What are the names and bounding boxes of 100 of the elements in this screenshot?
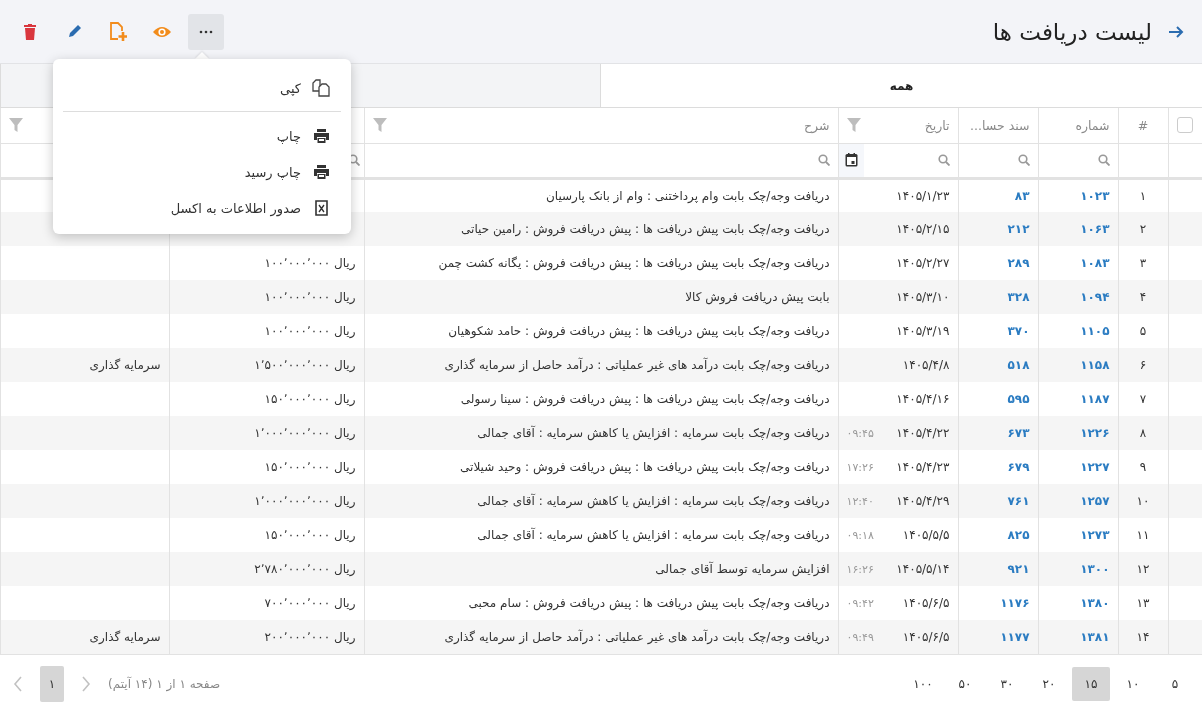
description-text: دریافت وجه/چک بابت پیش دریافت ها : پیش دریافت فروش : یگانه کشت چمن: [438, 256, 830, 270]
receipt-number-link[interactable]: ۱۲۷۳: [1080, 528, 1110, 542]
date-text: ۱۴۰۵/۲/۱۵: [896, 222, 950, 236]
amount-text: ریال ۲٬۷۸۰٬۰۰۰٬۰۰۰: [254, 562, 356, 576]
row-number: ۲: [1139, 222, 1147, 236]
column-header[interactable]: #: [1137, 117, 1149, 133]
date-text: ۱۴۰۵/۴/۲۹: [896, 494, 950, 508]
file-plus-icon: [109, 21, 127, 42]
receipt-number-link[interactable]: ۱۳۸۰: [1080, 596, 1110, 610]
receipt-number-link[interactable]: ۱۱۸۷: [1080, 392, 1110, 406]
time-text: ۰۹:۴۵: [846, 426, 874, 440]
search-icon: [1097, 154, 1110, 166]
calendar-icon[interactable]: [844, 153, 858, 167]
filter-icon[interactable]: [372, 118, 387, 133]
column-header[interactable]: شماره: [1075, 117, 1110, 133]
time-text: ۱۶:۲۶: [846, 562, 874, 576]
amount-text: ریال ۱۰۰٬۰۰۰٬۰۰۰: [264, 290, 356, 304]
receipt-number-link[interactable]: ۱۰۸۳: [1080, 256, 1110, 270]
more-button[interactable]: [188, 13, 224, 50]
date-text: ۱۴۰۵/۴/۲۳: [896, 460, 950, 474]
voucher-number-link[interactable]: ۹۲۱: [1007, 562, 1030, 576]
row-number: ۱۰: [1136, 494, 1150, 508]
receipt-number-link[interactable]: ۱۲۲۶: [1080, 426, 1110, 440]
voucher-number-link[interactable]: ۳۲۸: [1007, 290, 1030, 304]
eye-icon: [152, 24, 172, 39]
voucher-number-link[interactable]: ۶۷۹: [1007, 460, 1030, 474]
category-text: سرمایه گذاری: [89, 358, 161, 372]
date-text: ۱۴۰۵/۳/۱۹: [896, 324, 950, 338]
printer-icon: [313, 129, 329, 143]
row-number: ۳: [1139, 256, 1147, 270]
receipt-number-link[interactable]: ۱۰۶۳: [1080, 222, 1110, 236]
menu-item[interactable]: صدور اطلاعات به اکسل: [63, 190, 341, 226]
page-size-option[interactable]: ۱۰: [1114, 666, 1152, 701]
select-all-checkbox[interactable]: [1177, 117, 1194, 134]
page-size-option[interactable]: ۵۰: [946, 666, 984, 701]
page-number-button[interactable]: ۱: [40, 665, 64, 702]
menu-item[interactable]: چاپ رسید: [63, 154, 341, 190]
receipt-number-link[interactable]: ۱۲۲۷: [1080, 460, 1110, 474]
voucher-number-link[interactable]: ۳۷۰: [1007, 324, 1030, 338]
page-size-option[interactable]: ۳۰: [988, 666, 1026, 701]
voucher-number-link[interactable]: ۱۱۷۷: [1000, 630, 1030, 644]
date-text: ۱۴۰۵/۲/۲۷: [896, 256, 950, 270]
receipt-number-link[interactable]: ۱۱۵۸: [1080, 358, 1110, 372]
voucher-number-link[interactable]: ۸۲۵: [1007, 528, 1030, 542]
page-size-option[interactable]: ۲۰: [1030, 666, 1068, 701]
voucher-number-link[interactable]: ۲۱۲: [1007, 222, 1030, 236]
voucher-number-link[interactable]: ۸۳: [1014, 188, 1030, 203]
date-text: ۱۴۰۵/۴/۸: [902, 358, 950, 372]
voucher-number-link[interactable]: ۵۹۵: [1007, 392, 1030, 406]
copy-icon: [312, 79, 330, 97]
row-number: ۶: [1139, 358, 1147, 372]
description-text: دریافت وجه/چک بابت سرمایه : افزایش یا کاهش سرمایه : آقای جمالی: [477, 426, 830, 440]
amount-text: ریال ۱٬۰۰۰٬۰۰۰٬۰۰۰: [254, 426, 356, 440]
search-icon: [937, 154, 950, 166]
receipt-number-link[interactable]: ۱۲۵۷: [1080, 494, 1110, 508]
page-size-option[interactable]: ۱۵: [1072, 666, 1110, 701]
receipt-number-link[interactable]: ۱۳۰۰: [1080, 562, 1110, 576]
column-header[interactable]: تاریخ: [924, 117, 950, 133]
date-text: ۱۴۰۵/۶/۵: [902, 596, 950, 610]
voucher-number-link[interactable]: ۷۶۱: [1007, 494, 1030, 508]
filter-icon[interactable]: [8, 118, 23, 133]
menu-item[interactable]: چاپ: [63, 118, 341, 154]
date-text: ۱۴۰۵/۶/۵: [902, 630, 950, 644]
receipt-number-link[interactable]: ۱۰۹۴: [1080, 290, 1110, 304]
more-icon: [199, 29, 213, 34]
amount-text: ریال ۱٬۵۰۰٬۰۰۰٬۰۰۰: [254, 358, 356, 372]
time-text: ۱۲:۴۰: [846, 494, 874, 508]
time-text: ۰۹:۴۲: [846, 596, 874, 610]
date-text: ۱۴۰۵/۵/۱۴: [896, 562, 950, 576]
back-arrow-icon[interactable]: [1168, 24, 1184, 39]
description-text: دریافت وجه/چک بابت درآمد های غیر عملیاتی : درآمد حاصل از سرمایه گذاری: [444, 630, 830, 644]
description-text: دریافت وجه/چک بابت درآمد های غیر عملیاتی : درآمد حاصل از سرمایه گذاری: [444, 358, 830, 372]
time-text: ۱۷:۲۶: [846, 460, 874, 474]
search-icon: [1017, 154, 1030, 166]
voucher-number-link[interactable]: ۵۱۸: [1007, 358, 1030, 372]
time-text: ۰۹:۴۹: [846, 630, 874, 644]
amount-text: ریال ۱۵۰٬۰۰۰٬۰۰۰: [264, 528, 356, 542]
page-title: لیست دریافت ها: [992, 18, 1152, 45]
search-field[interactable]: [839, 143, 950, 175]
amount-text: ریال ۱۵۰٬۰۰۰٬۰۰۰: [264, 460, 356, 474]
description-text: دریافت وجه/چک بابت پیش دریافت ها : پیش دریافت فروش : سام محبی: [468, 596, 830, 610]
menu-item[interactable]: کپی: [63, 69, 341, 107]
search-icon: [817, 154, 830, 166]
description-text: دریافت وجه/چک بابت پیش دریافت ها : پیش دریافت فروش : رامین حیاتی: [461, 222, 830, 236]
description-text: دریافت وجه/چک بابت پیش دریافت ها : پیش دریافت فروش : حامد شکوهیان: [448, 324, 830, 338]
voucher-number-link[interactable]: ۲۸۹: [1007, 256, 1030, 270]
description-text: دریافت وجه/چک بابت سرمایه : افزایش یا کاهش سرمایه : آقای جمالی: [477, 494, 830, 508]
description-text: دریافت وجه/چک بابت پیش دریافت ها : پیش دریافت فروش : سینا رسولی: [460, 392, 830, 406]
receipt-number-link[interactable]: ۱۰۲۳: [1080, 188, 1110, 203]
trash-icon: [23, 23, 37, 40]
column-header[interactable]: سند حسا...: [970, 117, 1030, 133]
voucher-number-link[interactable]: ۶۷۳: [1007, 426, 1030, 440]
tab[interactable]: همه: [600, 64, 1202, 107]
receipt-number-link[interactable]: ۱۳۸۱: [1080, 630, 1110, 644]
column-header[interactable]: شرح: [804, 117, 830, 133]
page-size-option[interactable]: ۱۰۰: [904, 666, 942, 701]
receipt-number-link[interactable]: ۱۱۰۵: [1080, 324, 1110, 338]
page-size-option[interactable]: ۵: [1156, 666, 1194, 701]
filter-icon[interactable]: [846, 118, 861, 133]
voucher-number-link[interactable]: ۱۱۷۶: [1000, 596, 1030, 610]
